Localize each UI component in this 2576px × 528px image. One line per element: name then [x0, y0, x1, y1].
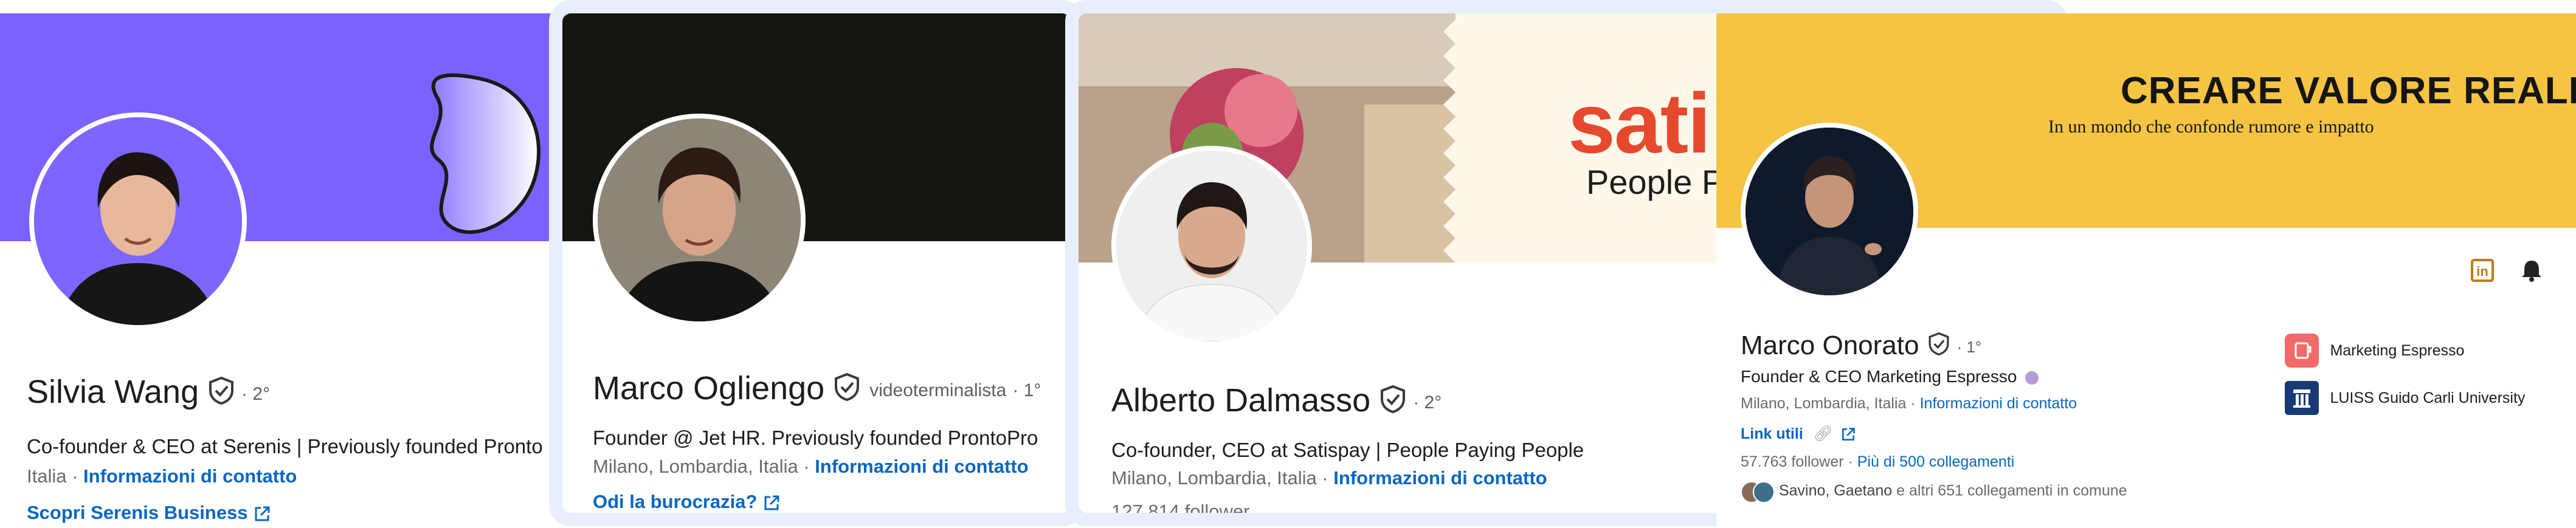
location-row: Milano, Lombardia, Italia · Informazioni… [1111, 467, 1547, 489]
linkedin-icon[interactable]: in [2470, 258, 2495, 283]
profile-name: Marco Onorato · 1° [1741, 331, 1981, 363]
verified-badge-icon [1379, 384, 1407, 422]
location-row: Italia · Informazioni di contatto [27, 465, 297, 487]
connection-degree: · 2° [1413, 392, 1442, 413]
external-link-icon [255, 506, 270, 521]
profile-name: Alberto Dalmasso · 2° [1111, 382, 1442, 422]
contact-info-link[interactable]: Informazioni di contatto [1920, 395, 2077, 412]
marketing-espresso-logo [2285, 334, 2319, 368]
company-emoji-icon [2025, 371, 2039, 385]
contact-info-link[interactable]: Informazioni di contatto [83, 465, 297, 487]
network-row: 57.763 follower · Più di 500 collegament… [1741, 453, 2015, 470]
connections-link[interactable]: Più di 500 collegamenti [1857, 453, 2015, 470]
luiss-logo [2285, 381, 2319, 415]
location: Milano, Lombardia, Italia [1741, 395, 1907, 412]
profile-headline: Founder & CEO Marketing Espresso [1741, 367, 2039, 386]
banner-subtitle: In un mondo che confonde rumore e impatt… [2048, 117, 2374, 137]
connection-degree: · 1° [1956, 337, 1982, 356]
profile-headline: Founder @ Jet HR. Previously founded Pro… [593, 427, 1038, 449]
svg-text:in: in [2476, 264, 2488, 279]
pronoun: videoterminalista [869, 380, 1007, 400]
profile-name: Silvia Wang · 2° [27, 373, 270, 413]
profile-card-ogliengo: Marco Ogliengo videoterminalista · 1° Fou… [549, 0, 1084, 526]
contact-info-link[interactable]: Informazioni di contatto [815, 456, 1028, 477]
external-link-icon [764, 495, 779, 510]
org-item-marketing-espresso[interactable]: Marketing Espresso [2285, 334, 2464, 368]
avatar[interactable] [1741, 123, 1918, 300]
avatar[interactable] [1111, 146, 1312, 346]
bell-icon[interactable] [2519, 258, 2544, 283]
external-link-icon [1842, 428, 1856, 441]
followers-count: 127.814 follower [1111, 501, 1250, 522]
connection-degree: · 1° [1012, 380, 1041, 400]
verified-badge-icon [207, 375, 235, 413]
profile-name: Marco Ogliengo videoterminalista · 1° [593, 369, 1041, 410]
banner-title: CREARE VALORE REALE [2121, 70, 2576, 112]
contact-info-link[interactable]: Informazioni di contatto [1333, 467, 1547, 489]
connection-degree: · 2° [241, 383, 271, 404]
location: Milano, Lombardia, Italia [1111, 467, 1317, 489]
location-row: Milano, Lombardia, Italia · Informazioni… [1741, 395, 2077, 412]
banner-tagline: People P [1586, 163, 1725, 201]
location: Italia [27, 465, 67, 487]
useful-links[interactable]: Link utili 🔗︎ [1741, 425, 1856, 443]
verified-badge-icon [833, 372, 861, 410]
website-link[interactable]: Scopri Serenis Business [27, 502, 271, 524]
profile-headline: Co-founder, CEO at Satispay | People Pay… [1111, 439, 1584, 461]
profile-card-silvia: Silvia Wang · 2° Co-founder & CEO at Ser… [0, 13, 565, 528]
avatar[interactable] [593, 114, 806, 326]
org-item-luiss[interactable]: LUISS Guido Carli University [2285, 381, 2525, 415]
verified-badge-icon [1927, 332, 1950, 363]
banner-brand: sati [1568, 75, 1711, 171]
profile-card-onorato: CREARE VALORE REALE In un mondo che conf… [1716, 13, 2576, 528]
location: Milano, Lombardia, Italia [593, 456, 798, 477]
profile-headline: Co-founder & CEO at Serenis | Previously… [27, 435, 543, 458]
mutual-connections[interactable]: Savino, Gaetano e altri 651 collegamenti… [1741, 481, 2127, 503]
mutual-avatars [1741, 481, 1775, 503]
website-link[interactable]: Odi la burocrazia? [593, 491, 781, 513]
followers-count: 57.763 follower [1741, 453, 1844, 470]
avatar[interactable] [29, 112, 247, 330]
link-icon: 🔗︎ [1813, 425, 1833, 442]
location-row: Milano, Lombardia, Italia · Informazioni… [593, 456, 1029, 477]
